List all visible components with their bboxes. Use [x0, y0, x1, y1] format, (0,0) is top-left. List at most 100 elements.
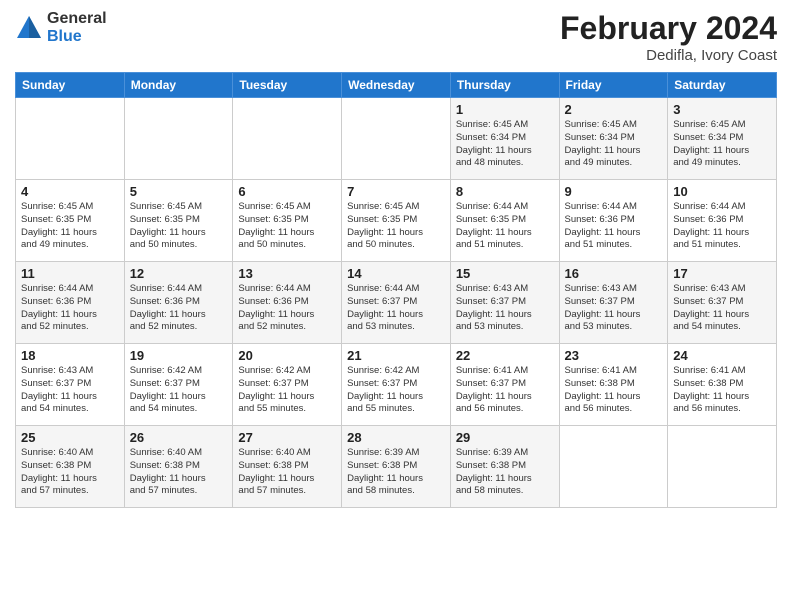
- cell-info: Sunrise: 6:43 AM Sunset: 6:37 PM Dayligh…: [21, 365, 119, 416]
- day-header-friday: Friday: [559, 73, 668, 98]
- calendar-cell: [124, 98, 233, 180]
- calendar-table: SundayMondayTuesdayWednesdayThursdayFrid…: [15, 72, 777, 508]
- calendar-cell: 4 Sunrise: 6:45 AM Sunset: 6:35 PM Daylig…: [16, 180, 125, 262]
- calendar-cell: 5 Sunrise: 6:45 AM Sunset: 6:35 PM Daylig…: [124, 180, 233, 262]
- day-number: 14: [347, 266, 445, 281]
- calendar-cell: 14 Sunrise: 6:44 AM Sunset: 6:37 PM Dayli…: [342, 262, 451, 344]
- day-number: 4: [21, 184, 119, 199]
- day-number: 10: [673, 184, 771, 199]
- cell-info: Sunrise: 6:45 AM Sunset: 6:34 PM Dayligh…: [456, 119, 554, 170]
- calendar-cell: 16 Sunrise: 6:43 AM Sunset: 6:37 PM Dayli…: [559, 262, 668, 344]
- week-row-2: 4 Sunrise: 6:45 AM Sunset: 6:35 PM Daylig…: [16, 180, 777, 262]
- cell-info: Sunrise: 6:44 AM Sunset: 6:36 PM Dayligh…: [238, 283, 336, 334]
- day-number: 25: [21, 430, 119, 445]
- day-number: 29: [456, 430, 554, 445]
- cell-info: Sunrise: 6:45 AM Sunset: 6:35 PM Dayligh…: [238, 201, 336, 252]
- month-title: February 2024: [560, 10, 777, 47]
- cell-info: Sunrise: 6:45 AM Sunset: 6:35 PM Dayligh…: [21, 201, 119, 252]
- cell-info: Sunrise: 6:45 AM Sunset: 6:34 PM Dayligh…: [565, 119, 663, 170]
- cell-info: Sunrise: 6:45 AM Sunset: 6:35 PM Dayligh…: [347, 201, 445, 252]
- title-block: February 2024 Dedifla, Ivory Coast: [560, 10, 777, 64]
- day-header-monday: Monday: [124, 73, 233, 98]
- calendar-cell: 20 Sunrise: 6:42 AM Sunset: 6:37 PM Dayli…: [233, 344, 342, 426]
- calendar-cell: 7 Sunrise: 6:45 AM Sunset: 6:35 PM Daylig…: [342, 180, 451, 262]
- calendar-cell: 10 Sunrise: 6:44 AM Sunset: 6:36 PM Dayli…: [668, 180, 777, 262]
- calendar-cell: [342, 98, 451, 180]
- day-number: 16: [565, 266, 663, 281]
- day-number: 2: [565, 102, 663, 117]
- calendar-cell: 25 Sunrise: 6:40 AM Sunset: 6:38 PM Dayli…: [16, 426, 125, 508]
- day-header-wednesday: Wednesday: [342, 73, 451, 98]
- day-number: 3: [673, 102, 771, 117]
- cell-info: Sunrise: 6:45 AM Sunset: 6:35 PM Dayligh…: [130, 201, 228, 252]
- calendar-cell: 17Sunrise: 6:43 AM Sunset: 6:37 PM Dayli…: [668, 262, 777, 344]
- day-number: 19: [130, 348, 228, 363]
- day-number: 8: [456, 184, 554, 199]
- logo-general: General: [47, 10, 107, 28]
- day-number: 20: [238, 348, 336, 363]
- header-row: SundayMondayTuesdayWednesdayThursdayFrid…: [16, 73, 777, 98]
- cell-info: Sunrise: 6:44 AM Sunset: 6:36 PM Dayligh…: [565, 201, 663, 252]
- logo: General Blue: [15, 10, 107, 45]
- calendar-cell: 2 Sunrise: 6:45 AM Sunset: 6:34 PM Daylig…: [559, 98, 668, 180]
- calendar-cell: 8 Sunrise: 6:44 AM Sunset: 6:35 PM Daylig…: [450, 180, 559, 262]
- cell-info: Sunrise: 6:41 AM Sunset: 6:37 PM Dayligh…: [456, 365, 554, 416]
- day-number: 9: [565, 184, 663, 199]
- calendar-cell: 1 Sunrise: 6:45 AM Sunset: 6:34 PM Daylig…: [450, 98, 559, 180]
- day-number: 13: [238, 266, 336, 281]
- day-header-sunday: Sunday: [16, 73, 125, 98]
- day-number: 24: [673, 348, 771, 363]
- cell-info: Sunrise: 6:42 AM Sunset: 6:37 PM Dayligh…: [238, 365, 336, 416]
- cell-info: Sunrise: 6:40 AM Sunset: 6:38 PM Dayligh…: [238, 447, 336, 498]
- week-row-4: 18 Sunrise: 6:43 AM Sunset: 6:37 PM Dayli…: [16, 344, 777, 426]
- day-header-thursday: Thursday: [450, 73, 559, 98]
- calendar-cell: 28Sunrise: 6:39 AM Sunset: 6:38 PM Dayli…: [342, 426, 451, 508]
- calendar-cell: 18 Sunrise: 6:43 AM Sunset: 6:37 PM Dayli…: [16, 344, 125, 426]
- cell-info: Sunrise: 6:42 AM Sunset: 6:37 PM Dayligh…: [130, 365, 228, 416]
- day-number: 27: [238, 430, 336, 445]
- cell-info: Sunrise: 6:44 AM Sunset: 6:36 PM Dayligh…: [21, 283, 119, 334]
- page: General Blue February 2024 Dedifla, Ivor…: [0, 0, 792, 518]
- day-number: 1: [456, 102, 554, 117]
- logo-icon: [15, 14, 43, 42]
- day-number: 18: [21, 348, 119, 363]
- calendar-cell: 23Sunrise: 6:41 AM Sunset: 6:38 PM Dayli…: [559, 344, 668, 426]
- day-number: 7: [347, 184, 445, 199]
- calendar-cell: 6 Sunrise: 6:45 AM Sunset: 6:35 PM Daylig…: [233, 180, 342, 262]
- calendar-cell: 21Sunrise: 6:42 AM Sunset: 6:37 PM Dayli…: [342, 344, 451, 426]
- day-number: 15: [456, 266, 554, 281]
- day-header-saturday: Saturday: [668, 73, 777, 98]
- calendar-cell: 29 Sunrise: 6:39 AM Sunset: 6:38 PM Dayli…: [450, 426, 559, 508]
- week-row-3: 11Sunrise: 6:44 AM Sunset: 6:36 PM Dayli…: [16, 262, 777, 344]
- cell-info: Sunrise: 6:39 AM Sunset: 6:38 PM Dayligh…: [456, 447, 554, 498]
- calendar-cell: 24 Sunrise: 6:41 AM Sunset: 6:38 PM Dayli…: [668, 344, 777, 426]
- cell-info: Sunrise: 6:40 AM Sunset: 6:38 PM Dayligh…: [21, 447, 119, 498]
- calendar-cell: 19 Sunrise: 6:42 AM Sunset: 6:37 PM Dayli…: [124, 344, 233, 426]
- location: Dedifla, Ivory Coast: [560, 47, 777, 64]
- day-number: 6: [238, 184, 336, 199]
- cell-info: Sunrise: 6:44 AM Sunset: 6:37 PM Dayligh…: [347, 283, 445, 334]
- week-row-5: 25 Sunrise: 6:40 AM Sunset: 6:38 PM Dayli…: [16, 426, 777, 508]
- calendar-cell: 3Sunrise: 6:45 AM Sunset: 6:34 PM Daylig…: [668, 98, 777, 180]
- day-number: 26: [130, 430, 228, 445]
- cell-info: Sunrise: 6:41 AM Sunset: 6:38 PM Dayligh…: [673, 365, 771, 416]
- calendar-cell: 27 Sunrise: 6:40 AM Sunset: 6:38 PM Dayli…: [233, 426, 342, 508]
- cell-info: Sunrise: 6:40 AM Sunset: 6:38 PM Dayligh…: [130, 447, 228, 498]
- day-number: 12: [130, 266, 228, 281]
- cell-info: Sunrise: 6:44 AM Sunset: 6:35 PM Dayligh…: [456, 201, 554, 252]
- cell-info: Sunrise: 6:39 AM Sunset: 6:38 PM Dayligh…: [347, 447, 445, 498]
- calendar-cell: [16, 98, 125, 180]
- day-number: 5: [130, 184, 228, 199]
- logo-blue: Blue: [47, 28, 107, 46]
- calendar-cell: [668, 426, 777, 508]
- cell-info: Sunrise: 6:41 AM Sunset: 6:38 PM Dayligh…: [565, 365, 663, 416]
- calendar-cell: 26 Sunrise: 6:40 AM Sunset: 6:38 PM Dayli…: [124, 426, 233, 508]
- calendar-cell: [559, 426, 668, 508]
- header: General Blue February 2024 Dedifla, Ivor…: [15, 10, 777, 64]
- week-row-1: 1 Sunrise: 6:45 AM Sunset: 6:34 PM Daylig…: [16, 98, 777, 180]
- cell-info: Sunrise: 6:43 AM Sunset: 6:37 PM Dayligh…: [673, 283, 771, 334]
- calendar-cell: 11Sunrise: 6:44 AM Sunset: 6:36 PM Dayli…: [16, 262, 125, 344]
- cell-info: Sunrise: 6:43 AM Sunset: 6:37 PM Dayligh…: [565, 283, 663, 334]
- cell-info: Sunrise: 6:44 AM Sunset: 6:36 PM Dayligh…: [130, 283, 228, 334]
- cell-info: Sunrise: 6:44 AM Sunset: 6:36 PM Dayligh…: [673, 201, 771, 252]
